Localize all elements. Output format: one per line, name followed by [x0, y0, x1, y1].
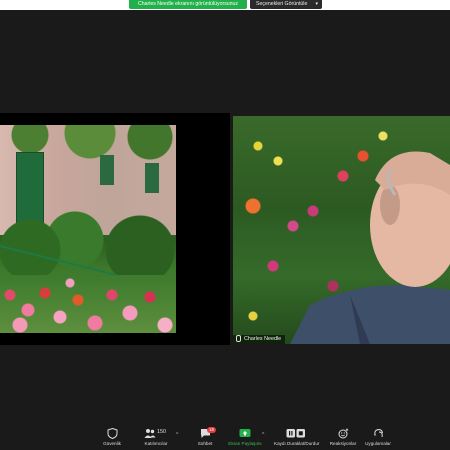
chat-badge: 18	[207, 427, 216, 433]
share-caret-icon[interactable]: ^	[262, 432, 264, 438]
reaction-icon	[338, 428, 348, 439]
record-button[interactable]: Kaydı Duraklat/Durdur	[274, 428, 319, 447]
apps-icon	[373, 428, 383, 438]
participants-caret-icon[interactable]: ^	[176, 432, 178, 438]
pause-stop-icon	[286, 429, 305, 438]
chevron-down-icon: ▾	[315, 1, 318, 7]
participants-button[interactable]: 150 Katılımcılar	[134, 428, 178, 447]
tulip-bed	[0, 275, 176, 333]
share-screen-icon	[239, 429, 251, 437]
security-button[interactable]: Güvenlik	[90, 428, 134, 447]
shield-icon	[107, 428, 117, 439]
chat-button[interactable]: 18 Sohbet	[183, 427, 227, 447]
people-icon	[144, 429, 156, 438]
window-shutter	[145, 163, 159, 193]
mic-icon	[236, 335, 241, 343]
meeting-toolbar: Güvenlik 150 Katılımcılar ^ 18 Sohbet Ek…	[0, 423, 450, 450]
view-options-label: Seçenekleri Görüntüle	[256, 1, 308, 7]
share-screen-button[interactable]: Ekran Paylaşımı	[223, 428, 267, 447]
window-shutter	[100, 155, 114, 185]
participant-person	[290, 151, 450, 344]
participant-name: Charles Needle	[244, 336, 282, 342]
apps-button[interactable]: Uygulamalar	[356, 428, 400, 447]
participant-name-tag: Charles Needle	[233, 335, 286, 344]
participants-count: 150	[157, 429, 166, 435]
screen-share-banner: Charles Needle ekranını görüntülüyorsunu…	[129, 0, 247, 9]
view-options-button[interactable]: Seçenekleri Görüntüle ▾	[250, 0, 322, 9]
shared-garden-image	[0, 125, 176, 333]
